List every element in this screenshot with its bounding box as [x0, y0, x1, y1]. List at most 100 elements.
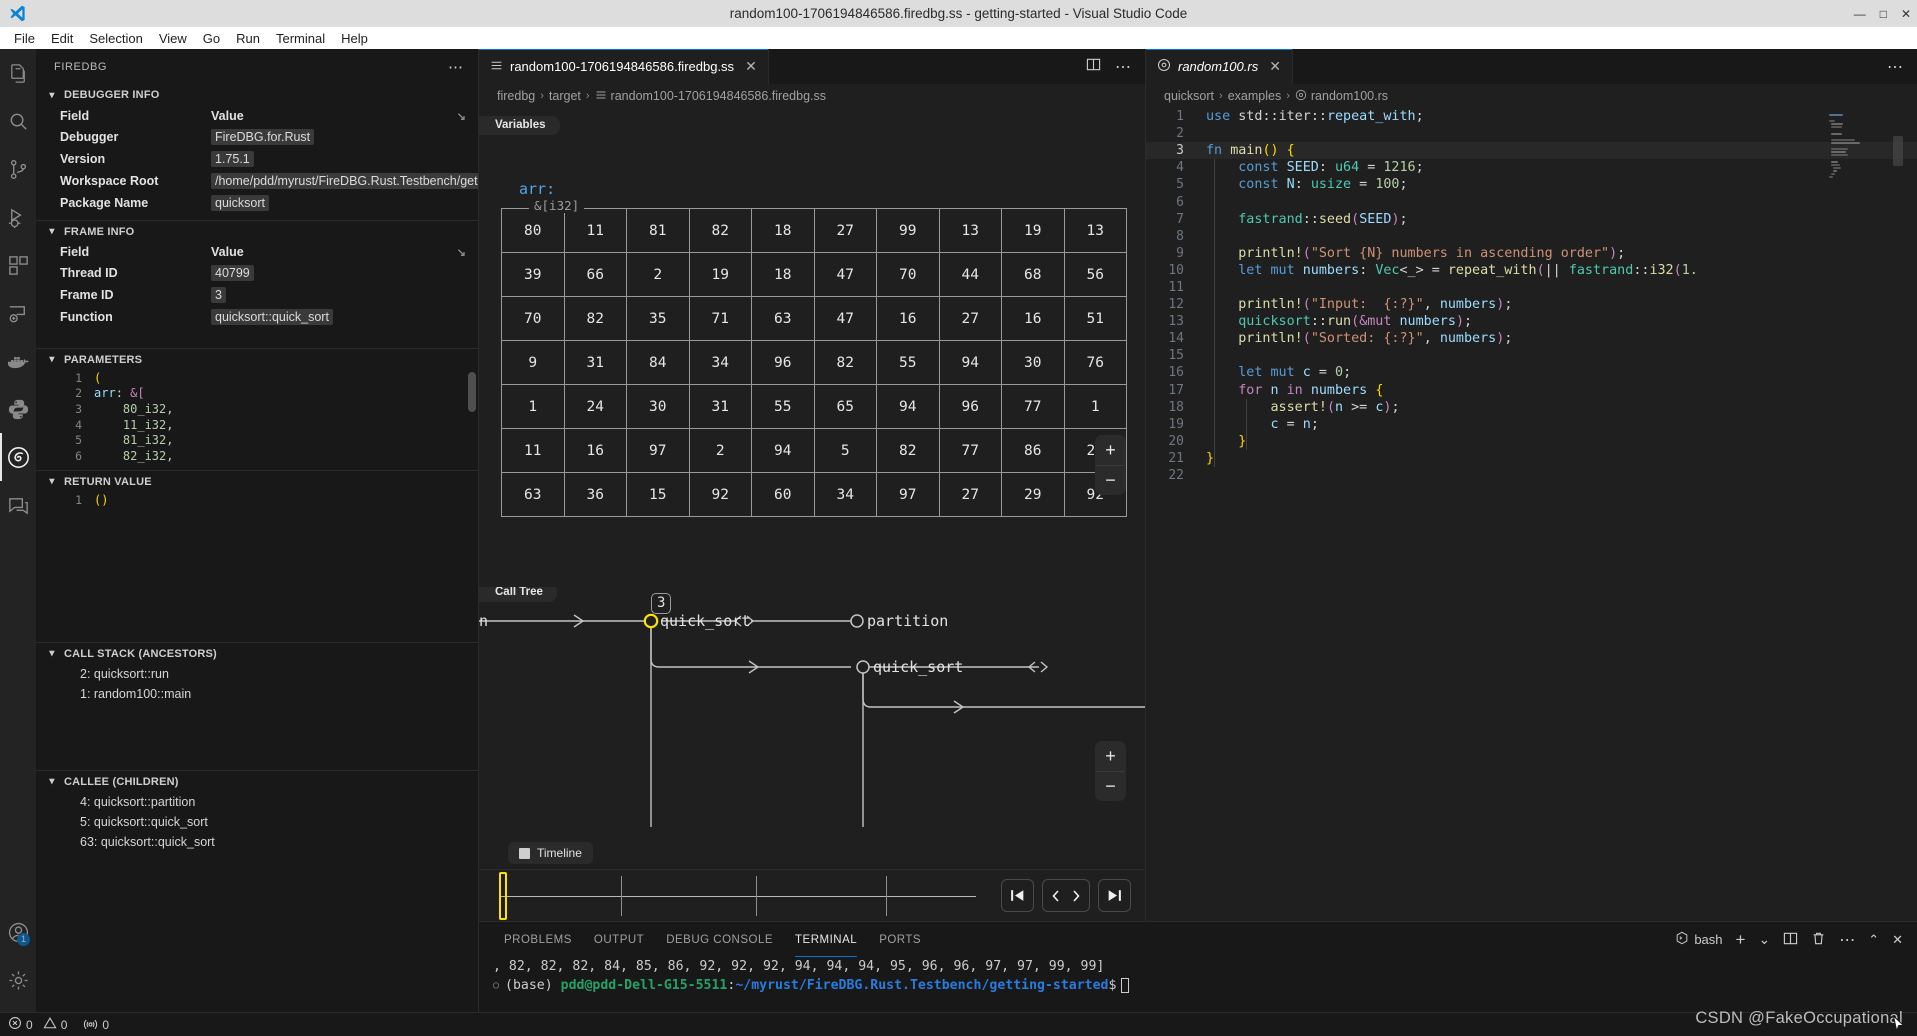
breadcrumb-item[interactable]: target: [549, 89, 581, 103]
array-cell[interactable]: 63: [751, 296, 815, 341]
array-cell[interactable]: 94: [938, 340, 1002, 385]
array-cell[interactable]: 31: [563, 340, 627, 385]
array-cell[interactable]: 16: [1001, 296, 1065, 341]
panel-tab-output[interactable]: OUTPUT: [583, 922, 655, 957]
code-line[interactable]: 13 quicksort::run(&mut numbers);: [1146, 313, 1917, 330]
maximize-panel-icon[interactable]: ⌃: [1868, 932, 1879, 948]
array-cell[interactable]: 15: [626, 472, 690, 517]
array-cell[interactable]: 96: [938, 384, 1002, 429]
array-cell[interactable]: 94: [751, 428, 815, 473]
array-cell[interactable]: 55: [876, 340, 940, 385]
array-cell[interactable]: 19: [1001, 208, 1065, 253]
activity-chat[interactable]: [0, 481, 36, 529]
menu-selection[interactable]: Selection: [81, 29, 150, 48]
timeline-first-button[interactable]: [1001, 879, 1034, 912]
tab-firedbg-ss[interactable]: random100-1706194846586.firedbg.ss ✕: [479, 49, 769, 84]
code-line[interactable]: 3 fn main() {: [1146, 142, 1917, 160]
editor-more-icon[interactable]: ⋯: [1115, 57, 1131, 77]
array-cell[interactable]: 82: [688, 208, 752, 253]
array-cell[interactable]: 51: [1063, 296, 1127, 341]
breadcrumb-item[interactable]: examples: [1228, 89, 1282, 103]
code-line[interactable]: 18 assert!(n >= c);: [1146, 399, 1917, 416]
activity-extensions[interactable]: [0, 241, 36, 289]
code-line[interactable]: 11: [1146, 279, 1917, 296]
array-cell[interactable]: 27: [813, 208, 877, 253]
array-cell[interactable]: 81: [626, 208, 690, 253]
menu-help[interactable]: Help: [333, 29, 376, 48]
array-cell[interactable]: 34: [688, 340, 752, 385]
menu-run[interactable]: Run: [228, 29, 268, 48]
array-cell[interactable]: 2: [626, 252, 690, 297]
array-cell[interactable]: 18: [751, 252, 815, 297]
array-cell[interactable]: 56: [1063, 252, 1127, 297]
menu-go[interactable]: Go: [195, 29, 228, 48]
array-cell[interactable]: 5: [813, 428, 877, 473]
array-cell[interactable]: 82: [813, 340, 877, 385]
sidebar-more-icon[interactable]: ⋯: [448, 58, 464, 76]
maximize-button[interactable]: □: [1880, 7, 1887, 21]
array-cell[interactable]: 97: [876, 472, 940, 517]
code-line[interactable]: 14 println!("Sorted: {:?}", numbers);: [1146, 330, 1917, 347]
activity-docker[interactable]: [0, 337, 36, 385]
call-stack-item[interactable]: 1: random100::main: [36, 684, 478, 704]
array-cell[interactable]: 39: [501, 252, 565, 297]
editor-more-icon[interactable]: ⋯: [1887, 57, 1903, 77]
menu-file[interactable]: File: [6, 29, 43, 48]
array-cell[interactable]: 30: [626, 384, 690, 429]
minimap-slider[interactable]: [1893, 136, 1903, 166]
new-terminal-button[interactable]: +: [1736, 930, 1746, 950]
column-resize-handle[interactable]: ↘: [457, 110, 466, 123]
code-line[interactable]: 9 println!("Sort {N} numbers in ascendin…: [1146, 245, 1917, 262]
tab-call-tree[interactable]: Call Tree: [479, 587, 557, 602]
array-cell[interactable]: 82: [563, 296, 627, 341]
split-editor-icon[interactable]: [1086, 57, 1101, 77]
array-cell[interactable]: 99: [876, 208, 940, 253]
timeline-step-buttons[interactable]: [1042, 879, 1090, 912]
array-cell[interactable]: 77: [1001, 384, 1065, 429]
array-cell[interactable]: 44: [938, 252, 1002, 297]
panel-more-icon[interactable]: ⋯: [1839, 930, 1855, 950]
array-cell[interactable]: 13: [1063, 208, 1127, 253]
array-cell[interactable]: 16: [563, 428, 627, 473]
array-cell[interactable]: 94: [876, 384, 940, 429]
chevron-down-icon[interactable]: ⌄: [1758, 931, 1770, 948]
breadcrumb-item[interactable]: random100.rs: [1295, 89, 1388, 104]
section-callee[interactable]: ▾ CALLEE (CHILDREN): [36, 770, 478, 792]
section-frame-info[interactable]: ▾ FRAME INFO: [36, 220, 478, 242]
code-line[interactable]: 5 const N: usize = 100;: [1146, 176, 1917, 193]
terminal[interactable]: , 82, 82, 82, 84, 85, 86, 92, 92, 92, 94…: [479, 957, 1917, 1012]
array-cell[interactable]: 9: [501, 340, 565, 385]
array-cell[interactable]: 34: [813, 472, 877, 517]
panel-tab-terminal[interactable]: TERMINAL: [784, 922, 868, 957]
minimap[interactable]: [1829, 108, 1903, 921]
menu-edit[interactable]: Edit: [43, 29, 81, 48]
array-cell[interactable]: 18: [751, 208, 815, 253]
activity-python[interactable]: [0, 385, 36, 433]
section-debugger-info[interactable]: ▾ DEBUGGER INFO: [36, 84, 478, 106]
code-line[interactable]: 21}: [1146, 450, 1917, 467]
activity-run-and-debug[interactable]: [0, 193, 36, 241]
activity-accounts[interactable]: 1: [0, 908, 36, 956]
array-cell[interactable]: 68: [1001, 252, 1065, 297]
array-cell[interactable]: 11: [563, 208, 627, 253]
array-cell[interactable]: 55: [751, 384, 815, 429]
array-cell[interactable]: 16: [876, 296, 940, 341]
code-line[interactable]: 12 println!("Input: {:?}", numbers);: [1146, 296, 1917, 313]
call-tree-zoom-out-button[interactable]: −: [1096, 771, 1125, 800]
array-cell[interactable]: 65: [813, 384, 877, 429]
array-cell[interactable]: 27: [938, 296, 1002, 341]
parameters-scrollbar[interactable]: [468, 372, 476, 412]
call-stack-item[interactable]: 2: quicksort::run: [36, 664, 478, 684]
menu-terminal[interactable]: Terminal: [268, 29, 333, 48]
activity-explorer[interactable]: [0, 49, 36, 97]
array-cell[interactable]: 27: [938, 472, 1002, 517]
array-cell[interactable]: 86: [1001, 428, 1065, 473]
array-cell[interactable]: 84: [626, 340, 690, 385]
close-button[interactable]: ✕: [1901, 7, 1911, 21]
array-cell[interactable]: 1: [501, 384, 565, 429]
minimize-button[interactable]: —: [1854, 7, 1866, 21]
code-line[interactable]: 8: [1146, 228, 1917, 245]
code-line[interactable]: 1 use std::iter::repeat_with;: [1146, 108, 1917, 125]
array-cell[interactable]: 31: [688, 384, 752, 429]
callee-item[interactable]: 63: quicksort::quick_sort: [36, 832, 478, 852]
